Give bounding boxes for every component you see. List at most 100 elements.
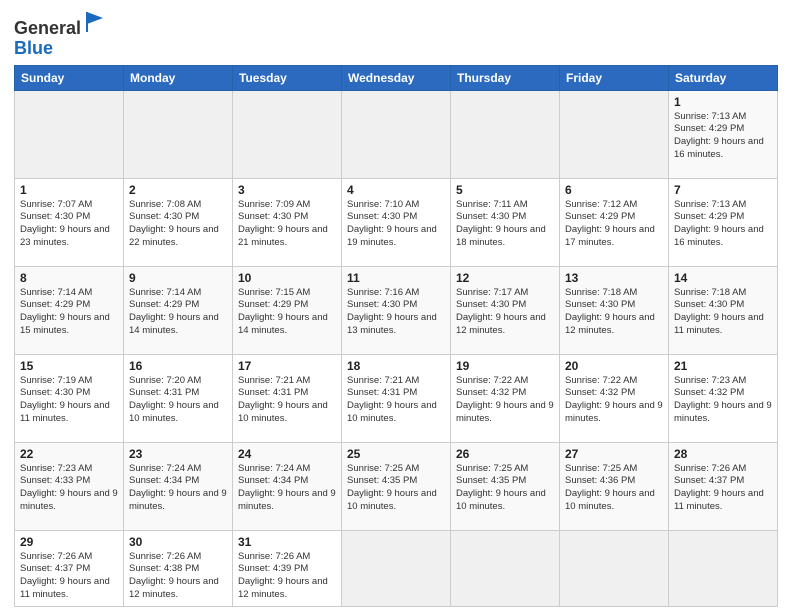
day-number: 8 bbox=[20, 271, 118, 285]
day-info: Sunrise: 7:09 AMSunset: 4:30 PMDaylight:… bbox=[238, 199, 336, 250]
calendar-cell: 22 Sunrise: 7:23 AMSunset: 4:33 PMDayligh… bbox=[15, 442, 124, 530]
calendar-cell: 21 Sunrise: 7:23 AMSunset: 4:32 PMDayligh… bbox=[669, 354, 778, 442]
calendar-cell: 17Sunrise: 7:21 AMSunset: 4:31 PMDayligh… bbox=[233, 354, 342, 442]
logo-text: General Blue bbox=[14, 10, 107, 59]
calendar-cell bbox=[15, 90, 124, 178]
day-number: 22 bbox=[20, 447, 118, 461]
calendar-week-row: 1Sunrise: 7:07 AMSunset: 4:30 PMDaylight… bbox=[15, 178, 778, 266]
calendar-week-row: 1 Sunrise: 7:13 AMSunset: 4:29 PMDaylight… bbox=[15, 90, 778, 178]
day-number: 6 bbox=[565, 183, 663, 197]
day-info: Sunrise: 7:08 AMSunset: 4:30 PMDaylight:… bbox=[129, 199, 227, 250]
day-info: Sunrise: 7:25 AMSunset: 4:36 PMDaylight:… bbox=[565, 463, 663, 514]
calendar-cell: 6Sunrise: 7:12 AMSunset: 4:29 PMDaylight… bbox=[560, 178, 669, 266]
calendar-table: SundayMondayTuesdayWednesdayThursdayFrid… bbox=[14, 65, 778, 607]
day-number: 29 bbox=[20, 535, 118, 549]
calendar-cell: 16Sunrise: 7:20 AMSunset: 4:31 PMDayligh… bbox=[124, 354, 233, 442]
day-info: Sunrise: 7:26 AMSunset: 4:38 PMDaylight:… bbox=[129, 551, 227, 602]
day-info: Sunrise: 7:21 AMSunset: 4:31 PMDaylight:… bbox=[347, 375, 445, 426]
calendar-header-sunday: Sunday bbox=[15, 65, 124, 90]
day-number: 5 bbox=[456, 183, 554, 197]
calendar-cell: 15 Sunrise: 7:19 AMSunset: 4:30 PMDayligh… bbox=[15, 354, 124, 442]
calendar-cell: 5 Sunrise: 7:11 AMSunset: 4:30 PMDaylight… bbox=[451, 178, 560, 266]
day-info: Sunrise: 7:18 AMSunset: 4:30 PMDaylight:… bbox=[565, 287, 663, 338]
day-number: 19 bbox=[456, 359, 554, 373]
day-number: 12 bbox=[456, 271, 554, 285]
day-number: 11 bbox=[347, 271, 445, 285]
calendar-header-monday: Monday bbox=[124, 65, 233, 90]
calendar-cell: 1 Sunrise: 7:13 AMSunset: 4:29 PMDaylight… bbox=[669, 90, 778, 178]
calendar-cell bbox=[669, 530, 778, 606]
day-number: 31 bbox=[238, 535, 336, 549]
calendar-cell: 14Sunrise: 7:18 AMSunset: 4:30 PMDayligh… bbox=[669, 266, 778, 354]
day-number: 3 bbox=[238, 183, 336, 197]
day-number: 21 bbox=[674, 359, 772, 373]
calendar-cell: 13 Sunrise: 7:18 AMSunset: 4:30 PMDayligh… bbox=[560, 266, 669, 354]
day-info: Sunrise: 7:14 AMSunset: 4:29 PMDaylight:… bbox=[129, 287, 227, 338]
calendar-cell: 28 Sunrise: 7:26 AMSunset: 4:37 PMDayligh… bbox=[669, 442, 778, 530]
calendar-cell: 23 Sunrise: 7:24 AMSunset: 4:34 PMDayligh… bbox=[124, 442, 233, 530]
calendar-header-thursday: Thursday bbox=[451, 65, 560, 90]
calendar-header-friday: Friday bbox=[560, 65, 669, 90]
calendar-week-row: 29 Sunrise: 7:26 AMSunset: 4:37 PMDayligh… bbox=[15, 530, 778, 606]
page-container: General Blue SundayMondayTuesdayWednesda… bbox=[0, 0, 792, 612]
calendar-cell bbox=[560, 90, 669, 178]
logo: General Blue bbox=[14, 10, 107, 59]
day-info: Sunrise: 7:11 AMSunset: 4:30 PMDaylight:… bbox=[456, 199, 554, 250]
calendar-cell bbox=[124, 90, 233, 178]
calendar-cell: 20 Sunrise: 7:22 AMSunset: 4:32 PMDayligh… bbox=[560, 354, 669, 442]
day-number: 15 bbox=[20, 359, 118, 373]
day-number: 13 bbox=[565, 271, 663, 285]
day-info: Sunrise: 7:23 AMSunset: 4:32 PMDaylight:… bbox=[674, 375, 772, 426]
logo-blue: Blue bbox=[14, 38, 53, 58]
calendar-week-row: 8 Sunrise: 7:14 AMSunset: 4:29 PMDaylight… bbox=[15, 266, 778, 354]
day-number: 28 bbox=[674, 447, 772, 461]
day-info: Sunrise: 7:26 AMSunset: 4:39 PMDaylight:… bbox=[238, 551, 336, 602]
calendar-cell: 31 Sunrise: 7:26 AMSunset: 4:39 PMDayligh… bbox=[233, 530, 342, 606]
calendar-cell: 29 Sunrise: 7:26 AMSunset: 4:37 PMDayligh… bbox=[15, 530, 124, 606]
calendar-cell: 10Sunrise: 7:15 AMSunset: 4:29 PMDayligh… bbox=[233, 266, 342, 354]
calendar-cell: 19Sunrise: 7:22 AMSunset: 4:32 PMDayligh… bbox=[451, 354, 560, 442]
day-info: Sunrise: 7:10 AMSunset: 4:30 PMDaylight:… bbox=[347, 199, 445, 250]
day-info: Sunrise: 7:18 AMSunset: 4:30 PMDaylight:… bbox=[674, 287, 772, 338]
day-number: 30 bbox=[129, 535, 227, 549]
day-info: Sunrise: 7:26 AMSunset: 4:37 PMDaylight:… bbox=[674, 463, 772, 514]
day-number: 18 bbox=[347, 359, 445, 373]
day-info: Sunrise: 7:22 AMSunset: 4:32 PMDaylight:… bbox=[565, 375, 663, 426]
day-info: Sunrise: 7:25 AMSunset: 4:35 PMDaylight:… bbox=[347, 463, 445, 514]
calendar-header-wednesday: Wednesday bbox=[342, 65, 451, 90]
logo-flag-icon bbox=[83, 10, 107, 34]
calendar-cell: 2Sunrise: 7:08 AMSunset: 4:30 PMDaylight… bbox=[124, 178, 233, 266]
calendar-week-row: 15 Sunrise: 7:19 AMSunset: 4:30 PMDayligh… bbox=[15, 354, 778, 442]
day-info: Sunrise: 7:17 AMSunset: 4:30 PMDaylight:… bbox=[456, 287, 554, 338]
day-info: Sunrise: 7:13 AMSunset: 4:29 PMDaylight:… bbox=[674, 199, 772, 250]
calendar-cell bbox=[233, 90, 342, 178]
day-info: Sunrise: 7:15 AMSunset: 4:29 PMDaylight:… bbox=[238, 287, 336, 338]
day-info: Sunrise: 7:16 AMSunset: 4:30 PMDaylight:… bbox=[347, 287, 445, 338]
day-info: Sunrise: 7:20 AMSunset: 4:31 PMDaylight:… bbox=[129, 375, 227, 426]
day-info: Sunrise: 7:23 AMSunset: 4:33 PMDaylight:… bbox=[20, 463, 118, 514]
calendar-cell bbox=[342, 90, 451, 178]
day-info: Sunrise: 7:13 AMSunset: 4:29 PMDaylight:… bbox=[674, 111, 772, 162]
calendar-cell: 26 Sunrise: 7:25 AMSunset: 4:35 PMDayligh… bbox=[451, 442, 560, 530]
day-number: 9 bbox=[129, 271, 227, 285]
day-number: 1 bbox=[674, 95, 772, 109]
day-number: 23 bbox=[129, 447, 227, 461]
calendar-header-saturday: Saturday bbox=[669, 65, 778, 90]
calendar-cell: 30 Sunrise: 7:26 AMSunset: 4:38 PMDayligh… bbox=[124, 530, 233, 606]
day-info: Sunrise: 7:19 AMSunset: 4:30 PMDaylight:… bbox=[20, 375, 118, 426]
calendar-cell: 9 Sunrise: 7:14 AMSunset: 4:29 PMDaylight… bbox=[124, 266, 233, 354]
calendar-cell bbox=[451, 90, 560, 178]
calendar-header-row: SundayMondayTuesdayWednesdayThursdayFrid… bbox=[15, 65, 778, 90]
day-number: 26 bbox=[456, 447, 554, 461]
day-info: Sunrise: 7:25 AMSunset: 4:35 PMDaylight:… bbox=[456, 463, 554, 514]
day-number: 20 bbox=[565, 359, 663, 373]
day-info: Sunrise: 7:14 AMSunset: 4:29 PMDaylight:… bbox=[20, 287, 118, 338]
calendar-cell: 18 Sunrise: 7:21 AMSunset: 4:31 PMDayligh… bbox=[342, 354, 451, 442]
day-info: Sunrise: 7:24 AMSunset: 4:34 PMDaylight:… bbox=[129, 463, 227, 514]
day-info: Sunrise: 7:07 AMSunset: 4:30 PMDaylight:… bbox=[20, 199, 118, 250]
calendar-header-tuesday: Tuesday bbox=[233, 65, 342, 90]
calendar-week-row: 22 Sunrise: 7:23 AMSunset: 4:33 PMDayligh… bbox=[15, 442, 778, 530]
day-info: Sunrise: 7:26 AMSunset: 4:37 PMDaylight:… bbox=[20, 551, 118, 602]
logo-general: General bbox=[14, 18, 81, 38]
calendar-cell: 25Sunrise: 7:25 AMSunset: 4:35 PMDayligh… bbox=[342, 442, 451, 530]
